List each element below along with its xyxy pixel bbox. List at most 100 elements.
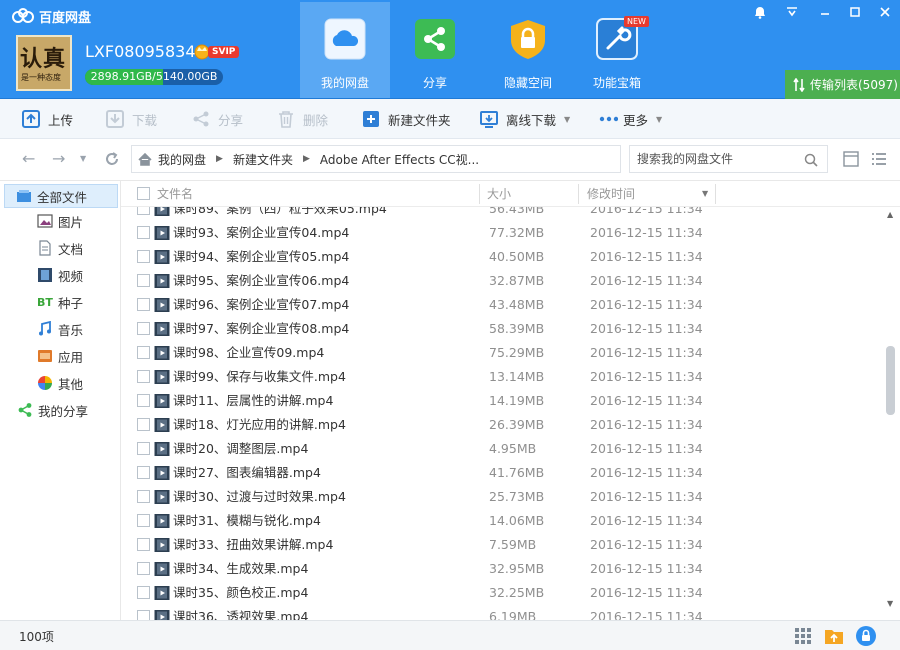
sidebar-item-all-files[interactable]: 全部文件 [4, 184, 118, 208]
file-row[interactable]: 课时96、案例企业宣传07.mp4 43.48MB 2016-12-15 11:34 [121, 293, 884, 317]
file-row[interactable]: 课时99、保存与收集文件.mp4 13.14MB 2016-12-15 11:34 [121, 365, 884, 389]
file-row[interactable]: 课时97、案例企业宣传08.mp4 58.39MB 2016-12-15 11:34 [121, 317, 884, 341]
close-button[interactable] [870, 0, 900, 24]
download-button[interactable]: 下载 [106, 107, 157, 131]
file-checkbox[interactable] [137, 442, 150, 455]
file-checkbox[interactable] [137, 562, 150, 575]
offline-download-button[interactable]: 离线下载 ▼ [480, 107, 570, 131]
file-row[interactable]: 课时18、灯光应用的讲解.mp4 26.39MB 2016-12-15 11:34 [121, 413, 884, 437]
breadcrumb-item[interactable]: 新建文件夹 [233, 151, 293, 168]
file-row[interactable]: 课时27、图表编辑器.mp4 41.76MB 2016-12-15 11:34 [121, 461, 884, 485]
file-name[interactable]: 课时99、保存与收集文件.mp4 [173, 365, 346, 389]
sort-chevron-down-icon[interactable]: ▼ [702, 181, 708, 207]
username[interactable]: LXF08095834 [85, 42, 196, 61]
history-dropdown-icon[interactable]: ▼ [80, 154, 86, 163]
sidebar-item-documents[interactable]: 文档 [0, 236, 120, 260]
breadcrumb-item[interactable]: 我的网盘 [158, 151, 206, 168]
file-name[interactable]: 课时95、案例企业宣传06.mp4 [173, 269, 349, 293]
column-divider[interactable] [578, 184, 579, 204]
column-divider[interactable] [715, 184, 716, 204]
file-checkbox[interactable] [137, 490, 150, 503]
file-checkbox[interactable] [137, 586, 150, 599]
sidebar-item-images[interactable]: 图片 [0, 209, 120, 233]
file-name[interactable]: 课时33、扭曲效果讲解.mp4 [173, 533, 333, 557]
file-name[interactable]: 课时97、案例企业宣传08.mp4 [173, 317, 349, 341]
tab-my-drive[interactable]: 我的网盘 [300, 2, 390, 98]
svip-badge[interactable]: SVIP [208, 46, 240, 58]
file-row[interactable]: 课时20、调整图层.mp4 4.95MB 2016-12-15 11:34 [121, 437, 884, 461]
tab-hidden-space[interactable]: 隐藏空间 [483, 2, 573, 98]
file-name[interactable]: 课时94、案例企业宣传05.mp4 [173, 245, 349, 269]
file-row[interactable]: 课时34、生成效果.mp4 32.95MB 2016-12-15 11:34 [121, 557, 884, 581]
file-row[interactable]: 课时95、案例企业宣传06.mp4 32.87MB 2016-12-15 11:34 [121, 269, 884, 293]
scroll-down-arrow-icon[interactable]: ▼ [887, 599, 893, 608]
tab-toolbox[interactable]: NEW 功能宝箱 [572, 2, 662, 98]
sidebar-item-my-share[interactable]: 我的分享 [0, 398, 120, 422]
search-input[interactable] [637, 152, 797, 166]
select-all-checkbox[interactable] [137, 187, 150, 200]
file-checkbox[interactable] [137, 610, 150, 620]
breadcrumb-item[interactable]: Adobe After Effects CC视... [320, 151, 479, 168]
minimize-button[interactable] [810, 0, 840, 24]
more-button[interactable]: 更多 ▼ [598, 107, 662, 131]
file-checkbox[interactable] [137, 394, 150, 407]
file-name[interactable]: 课时27、图表编辑器.mp4 [173, 461, 321, 485]
file-row[interactable]: 课时93、案例企业宣传04.mp4 77.32MB 2016-12-15 11:34 [121, 221, 884, 245]
file-row[interactable]: 课时35、颜色校正.mp4 32.25MB 2016-12-15 11:34 [121, 581, 884, 605]
sidebar-item-torrents[interactable]: BT 种子 [0, 290, 120, 314]
menu-dropdown-icon[interactable] [777, 0, 807, 24]
file-checkbox[interactable] [137, 250, 150, 263]
file-checkbox[interactable] [137, 226, 150, 239]
forward-arrow-icon[interactable]: → [52, 149, 65, 168]
file-name[interactable]: 课时30、过渡与过时效果.mp4 [173, 485, 346, 509]
file-checkbox[interactable] [137, 370, 150, 383]
file-name[interactable]: 课时93、案例企业宣传04.mp4 [173, 221, 349, 245]
grid-apps-icon[interactable] [792, 625, 814, 647]
file-name[interactable]: 课时34、生成效果.mp4 [173, 557, 308, 581]
file-checkbox[interactable] [137, 346, 150, 359]
home-icon[interactable] [138, 152, 152, 166]
lock-status-icon[interactable] [855, 625, 877, 647]
sidebar-item-other[interactable]: 其他 [0, 371, 120, 395]
file-checkbox[interactable] [137, 274, 150, 287]
file-checkbox[interactable] [137, 538, 150, 551]
search-icon[interactable] [804, 153, 818, 167]
file-row[interactable]: 课时98、企业宣传09.mp4 75.29MB 2016-12-15 11:34 [121, 341, 884, 365]
file-row[interactable]: 课时11、层属性的讲解.mp4 14.19MB 2016-12-15 11:34 [121, 389, 884, 413]
delete-button[interactable]: 删除 [277, 107, 328, 131]
file-checkbox[interactable] [137, 322, 150, 335]
tab-share[interactable]: 分享 [390, 2, 480, 98]
file-checkbox[interactable] [137, 466, 150, 479]
thumbnail-view-icon[interactable] [843, 151, 859, 167]
file-name[interactable]: 课时98、企业宣传09.mp4 [173, 341, 324, 365]
avatar[interactable]: 认真 是一种态度 [16, 35, 72, 91]
file-checkbox[interactable] [137, 514, 150, 527]
file-name[interactable]: 课时18、灯光应用的讲解.mp4 [173, 413, 346, 437]
file-name[interactable]: 课时35、颜色校正.mp4 [173, 581, 308, 605]
file-checkbox[interactable] [137, 418, 150, 431]
upload-folder-icon[interactable] [823, 625, 845, 647]
vertical-scrollbar[interactable]: ▲ ▼ [884, 207, 900, 620]
sidebar-item-music[interactable]: 音乐 [0, 317, 120, 341]
file-checkbox[interactable] [137, 207, 150, 215]
file-row[interactable]: 课时33、扭曲效果讲解.mp4 7.59MB 2016-12-15 11:34 [121, 533, 884, 557]
sidebar-item-videos[interactable]: 视频 [0, 263, 120, 287]
file-row[interactable]: 课时31、模糊与锐化.mp4 14.06MB 2016-12-15 11:34 [121, 509, 884, 533]
list-view-icon[interactable] [871, 151, 887, 167]
refresh-icon[interactable] [104, 151, 120, 167]
share-button[interactable]: 分享 [192, 107, 243, 131]
file-checkbox[interactable] [137, 298, 150, 311]
search-box[interactable] [629, 145, 828, 173]
scrollbar-thumb[interactable] [886, 346, 895, 415]
file-name[interactable]: 课时96、案例企业宣传07.mp4 [173, 293, 349, 317]
file-row[interactable]: 课时30、过渡与过时效果.mp4 25.73MB 2016-12-15 11:34 [121, 485, 884, 509]
scroll-up-arrow-icon[interactable]: ▲ [887, 210, 893, 219]
file-row[interactable]: 课时36、透视效果.mp4 6.19MB 2016-12-15 11:34 [121, 605, 884, 620]
file-name[interactable]: 课时11、层属性的讲解.mp4 [173, 389, 333, 413]
upload-button[interactable]: 上传 [22, 107, 73, 131]
column-header-name[interactable]: 文件名 [157, 181, 193, 207]
back-arrow-icon[interactable]: ← [22, 149, 35, 168]
column-header-size[interactable]: 大小 [487, 181, 511, 207]
file-row[interactable]: 课时89、案例（四）粒子效果05.mp4 56.43MB 2016-12-15 11… [121, 207, 884, 221]
maximize-button[interactable] [840, 0, 870, 24]
